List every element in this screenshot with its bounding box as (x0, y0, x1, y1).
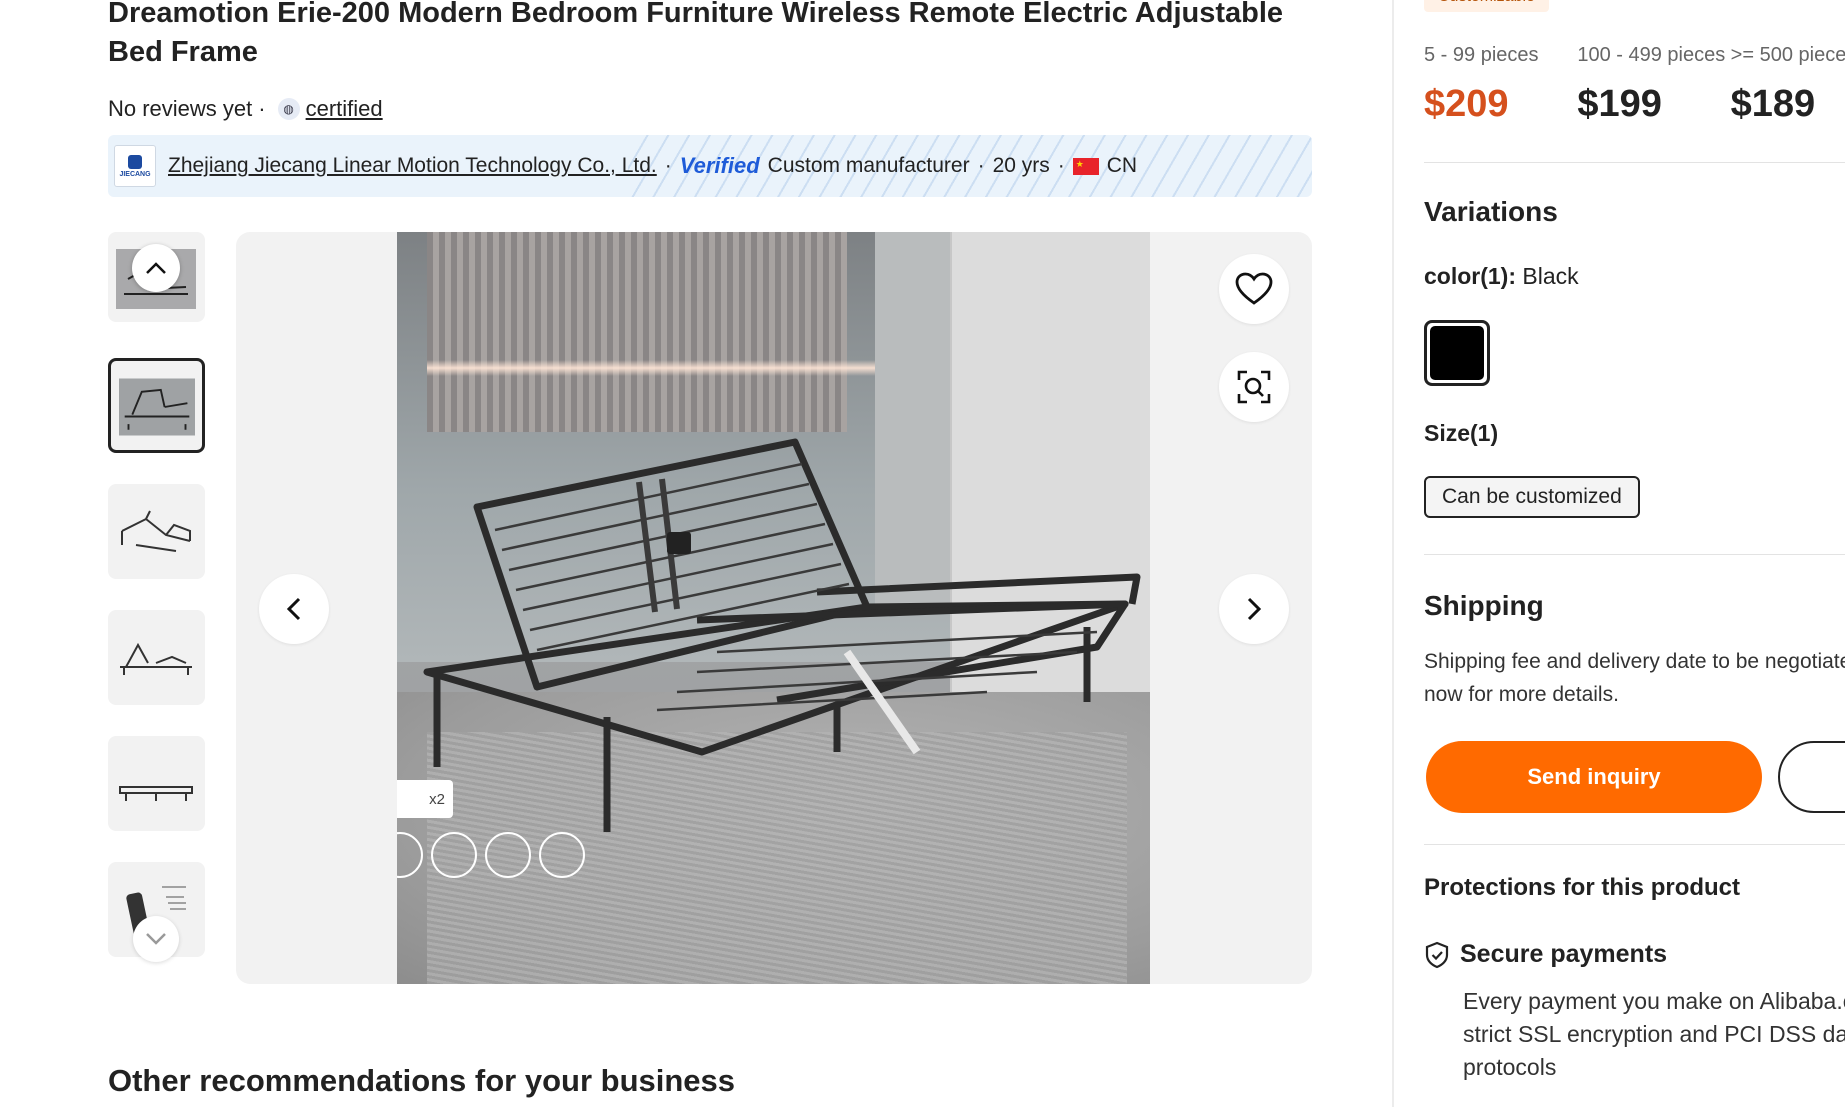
thumbnail-strip (108, 232, 205, 962)
send-inquiry-button[interactable]: Send inquiry (1426, 741, 1762, 813)
review-row: No reviews yet · ◍ certified (108, 96, 383, 122)
quantity-badge: x2 (397, 780, 453, 818)
customizable-tag: Customizable (1424, 0, 1549, 12)
divider (1424, 554, 1845, 555)
thumbnail-2[interactable] (108, 358, 205, 453)
bed-thumbnail-icon (119, 786, 193, 801)
reviews-text: No reviews yet (108, 96, 253, 121)
tier-quantity: 5 - 99 pieces (1424, 44, 1539, 66)
tier-quantity: 100 - 499 pieces (1577, 44, 1726, 66)
china-flag-icon (1072, 157, 1099, 175)
shipping-heading: Shipping (1424, 590, 1544, 621)
separator: · (1057, 154, 1065, 177)
certified-icon: ◍ (277, 98, 300, 120)
supplier-logo[interactable]: JIECANG (114, 145, 156, 187)
secure-payments-description: Every payment you make on Alibaba.com is… (1463, 988, 1845, 1080)
thumbnail-5[interactable] (108, 736, 205, 831)
next-image-button[interactable] (1219, 574, 1289, 644)
chevron-down-icon (146, 933, 166, 945)
price-tier: 5 - 99 pieces $209 (1424, 44, 1577, 126)
price-tier: >= 500 pieces $189 (1731, 44, 1845, 126)
supplier-years: 20 yrs (992, 154, 1050, 177)
chevron-right-icon (1247, 597, 1262, 621)
variations-heading: Variations (1424, 196, 1558, 227)
feature-icon (397, 832, 423, 878)
tier-price: $199 (1577, 83, 1662, 125)
purchase-panel: Customizable 5 - 99 pieces $209 100 - 49… (1424, 0, 1845, 1107)
thumbnail-4[interactable] (108, 610, 205, 705)
tier-quantity: >= 500 pieces (1730, 44, 1845, 66)
product-main-image[interactable]: x2 (397, 232, 1150, 984)
secure-payments-title: Secure payments (1424, 940, 1667, 969)
price-tiers: 5 - 99 pieces $209 100 - 499 pieces $199… (1424, 44, 1845, 126)
image-search-button[interactable] (1219, 352, 1289, 422)
supplier-type: Custom manufacturer (767, 154, 970, 177)
chat-now-button[interactable] (1778, 741, 1845, 813)
image-search-icon (1237, 370, 1271, 404)
size-option-chip[interactable]: Can be customized (1424, 476, 1640, 518)
divider (1424, 162, 1845, 163)
shipping-description: Shipping fee and delivery date to be neg… (1424, 650, 1845, 706)
column-divider (1392, 0, 1394, 1107)
price-tier: 100 - 499 pieces $199 (1577, 44, 1730, 126)
separator: · (977, 154, 985, 177)
supplier-country: CN (1106, 154, 1138, 177)
supplier-banner: JIECANG Zhejiang Jiecang Linear Motion T… (108, 135, 1312, 197)
product-title: Dreamotion Erie-200 Modern Bedroom Furni… (108, 0, 1284, 68)
supplier-name-link[interactable]: Zhejiang Jiecang Linear Motion Technolog… (168, 154, 657, 178)
recommendations-heading: Other recommendations for your business (108, 1063, 736, 1098)
favorite-button[interactable] (1219, 254, 1289, 324)
separator: · (664, 154, 672, 177)
bed-thumbnail-icon (120, 642, 192, 675)
supplier-logo-text: JIECANG (119, 170, 151, 178)
divider (1424, 844, 1845, 845)
supplier-info: Zhejiang Jiecang Linear Motion Technolog… (168, 153, 1137, 179)
feature-icon (431, 832, 477, 878)
chevron-up-icon (146, 262, 166, 274)
main-image-viewer: x2 (236, 232, 1312, 984)
thumbnail-scroll-down-button[interactable] (133, 916, 179, 962)
heart-icon (1235, 272, 1273, 305)
thumbnail-scroll-up-button[interactable] (132, 244, 180, 292)
separator: · (258, 96, 266, 121)
feature-icons (397, 832, 585, 878)
size-label: Size(1) (1424, 420, 1499, 446)
thumbnail-3[interactable] (108, 484, 205, 579)
protections-heading: Protections for this product (1424, 874, 1741, 901)
certified-link[interactable]: certified (306, 96, 383, 122)
chevron-left-icon (286, 597, 301, 621)
tier-price: $209 (1424, 83, 1509, 125)
feature-icon (485, 832, 531, 878)
color-swatch-black[interactable] (1424, 320, 1490, 386)
previous-image-button[interactable] (259, 574, 329, 644)
verified-badge[interactable]: Verified (680, 153, 760, 179)
bed-thumbnail-icon (121, 510, 191, 552)
tier-price: $189 (1730, 83, 1816, 125)
color-label: color(1): Black (1424, 263, 1579, 289)
feature-icon (539, 832, 585, 878)
color-value: Black (1522, 263, 1579, 289)
bed-thumbnail-icon (119, 378, 195, 436)
supplier-logo-mark (128, 154, 142, 169)
product-main-column: Dreamotion Erie-200 Modern Bedroom Furni… (108, 0, 1312, 1107)
shield-check-icon (1425, 941, 1449, 968)
